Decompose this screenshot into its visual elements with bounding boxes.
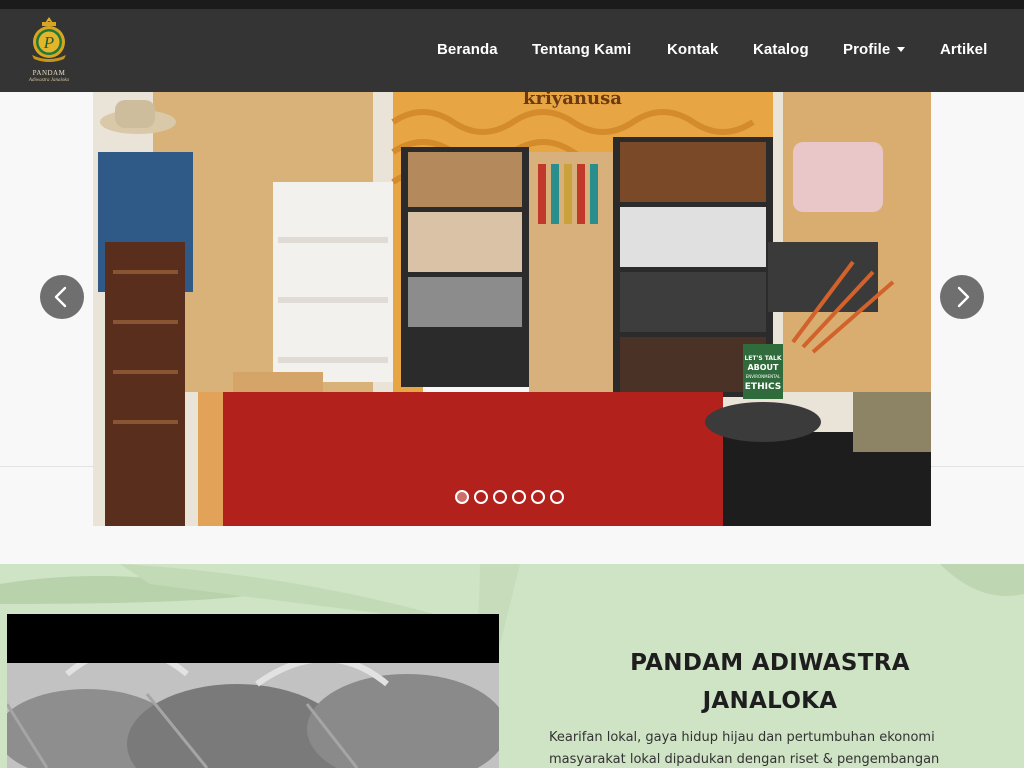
carousel-indicators — [455, 490, 564, 504]
carousel-prev-button[interactable] — [40, 275, 84, 319]
svg-text:P: P — [43, 33, 54, 52]
brand-logo[interactable]: P PANDAM Adiwastra Janaloka — [18, 15, 80, 87]
carousel-next-button[interactable] — [940, 275, 984, 319]
nav-profile-label: Profile — [843, 41, 891, 58]
chevron-left-icon — [54, 286, 67, 308]
carousel-dot-2[interactable] — [474, 490, 488, 504]
carousel-dot-4[interactable] — [512, 490, 526, 504]
carousel-dot-5[interactable] — [531, 490, 545, 504]
nav-katalog[interactable]: Katalog — [753, 9, 809, 92]
carousel-slide-image: kriyanusa LET'S TALK ABOUT ENVIRONMENTAL… — [93, 92, 931, 526]
about-image — [7, 614, 499, 768]
about-title: PANDAM ADIWASTRA JANALOKA — [570, 644, 970, 720]
browser-top-strip — [0, 0, 1024, 9]
nav-kontak[interactable]: Kontak — [667, 9, 718, 92]
logo-text-pandam: PANDAM — [32, 69, 66, 77]
about-description: Kearifan lokal, gaya hidup hijau dan per… — [549, 730, 940, 767]
logo-text-subtitle: Adiwastra Janaloka — [28, 78, 70, 83]
svg-text:ETHICS: ETHICS — [745, 382, 781, 392]
chevron-right-icon — [957, 286, 970, 308]
svg-text:ABOUT: ABOUT — [747, 363, 779, 372]
svg-text:kriyanusa: kriyanusa — [523, 92, 622, 109]
nav-tentang-kami[interactable]: Tentang Kami — [532, 9, 631, 92]
about-title-line1: PANDAM ADIWASTRA — [630, 650, 910, 676]
nav-artikel[interactable]: Artikel — [940, 9, 987, 92]
carousel-dot-1[interactable] — [455, 490, 469, 504]
svg-text:ENVIRONMENTAL: ENVIRONMENTAL — [746, 374, 781, 379]
about-section: PANDAM ADIWASTRA JANALOKA Kearifan lokal… — [0, 564, 1024, 768]
crest-icon: P — [32, 17, 66, 62]
about-title-line2: JANALOKA — [702, 688, 838, 714]
svg-text:LET'S TALK: LET'S TALK — [744, 355, 781, 362]
carousel-dot-6[interactable] — [550, 490, 564, 504]
nav-beranda[interactable]: Beranda — [437, 9, 498, 92]
nav-profile-dropdown[interactable]: Profile — [843, 9, 906, 92]
navbar: P PANDAM Adiwastra Janaloka Beranda Tent… — [0, 9, 1024, 92]
carousel-dot-3[interactable] — [493, 490, 507, 504]
image-header-bar — [7, 614, 499, 663]
caret-down-icon — [897, 47, 906, 52]
